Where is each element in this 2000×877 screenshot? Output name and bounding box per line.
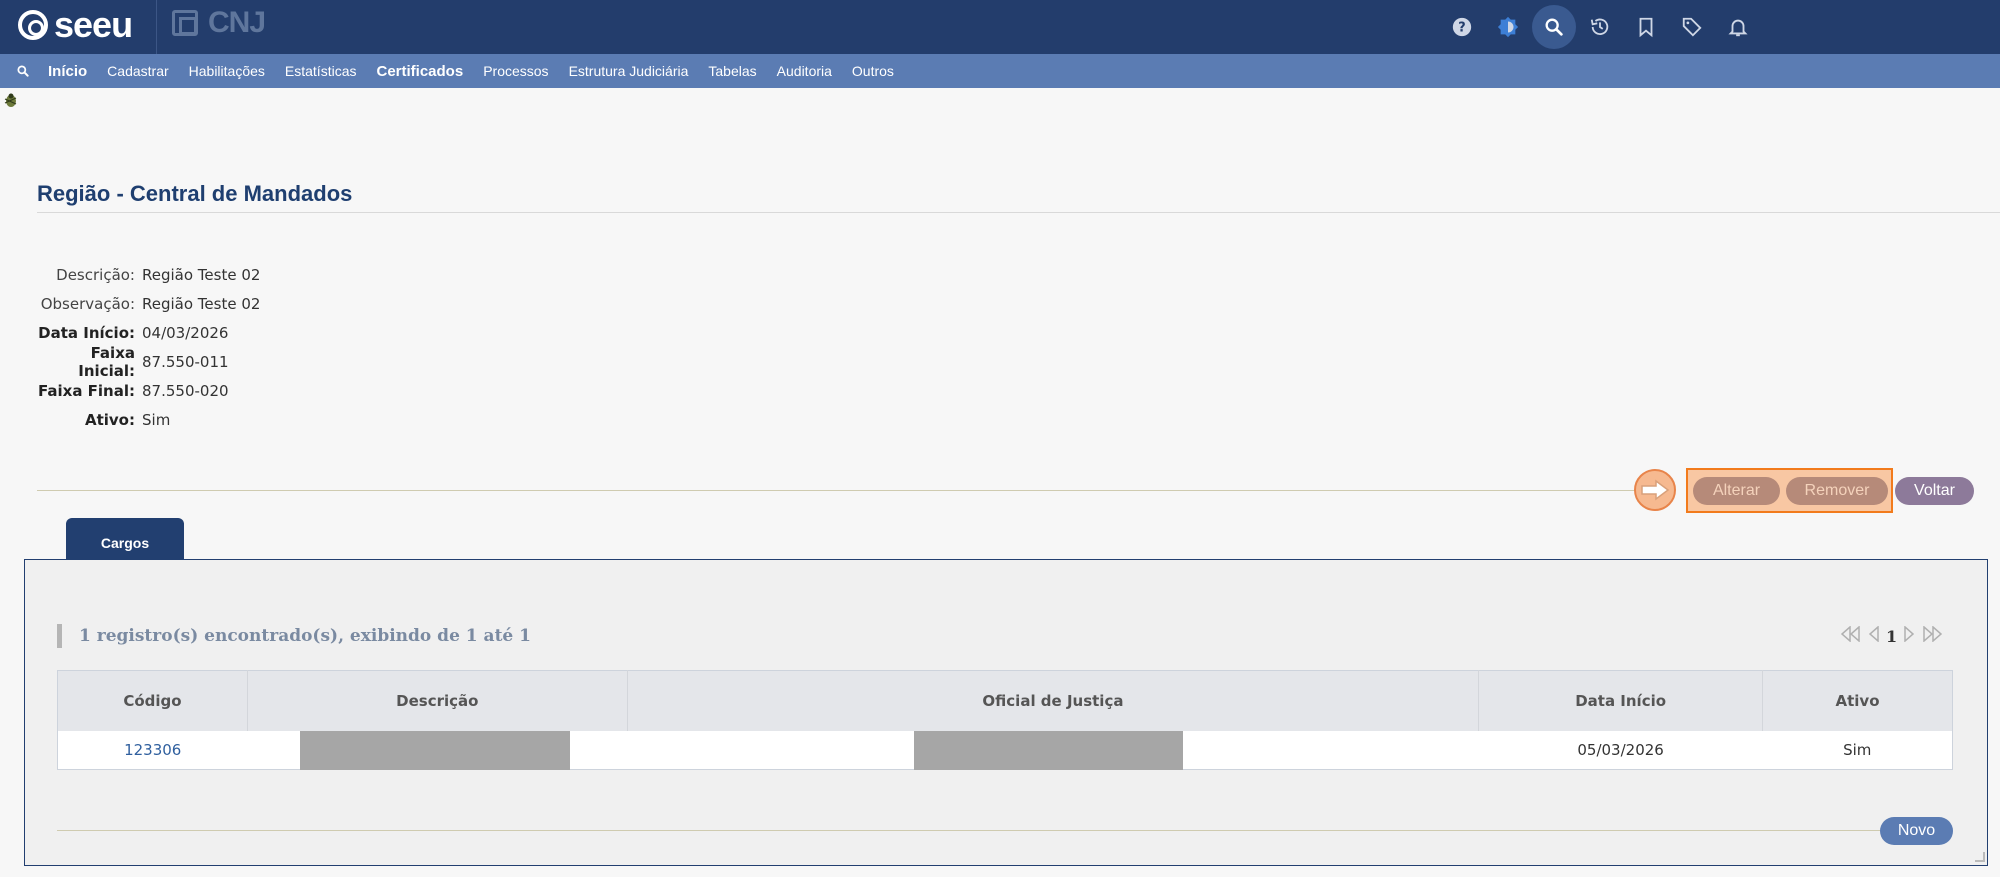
bell-icon[interactable]	[1716, 5, 1760, 49]
cnj-logo-text: CNJ	[208, 6, 266, 39]
title-divider	[37, 212, 2000, 213]
panel-bottom-divider	[57, 830, 1880, 831]
detail-observacao: Observação: Região Teste 02	[37, 289, 261, 318]
column-header-ativo[interactable]: Ativo	[1762, 670, 1953, 731]
last-page-icon[interactable]	[1921, 624, 1943, 647]
cell-ativo: Sim	[1762, 730, 1953, 770]
detail-value: Sim	[142, 410, 171, 429]
detail-ativo: Ativo: Sim	[37, 405, 260, 434]
column-header-data-inicio[interactable]: Data Início	[1478, 670, 1763, 731]
column-header-codigo[interactable]: Código	[57, 670, 248, 731]
cell-codigo[interactable]: 123306	[57, 730, 248, 770]
cnj-logo-icon	[172, 10, 198, 36]
menu-item-cadastrar[interactable]: Cadastrar	[107, 63, 168, 79]
menu-item-tabelas[interactable]: Tabelas	[708, 63, 756, 79]
history-icon[interactable]	[1578, 5, 1622, 49]
menu-item-auditoria[interactable]: Auditoria	[777, 63, 832, 79]
seeu-logo-text: seeu	[54, 4, 133, 45]
detail-label: Faixa Inicial:	[78, 343, 135, 380]
menu-item-outros[interactable]: Outros	[852, 63, 894, 79]
redacted-block	[300, 730, 571, 770]
cnj-logo: CNJ	[172, 6, 266, 39]
table-header-row: Código Descrição Oficial de Justiça Data…	[57, 670, 1953, 731]
detail-label: Observação:	[40, 294, 135, 313]
tab-cargos[interactable]: Cargos	[66, 518, 184, 560]
help-icon[interactable]: ?	[1440, 5, 1484, 49]
seeu-logo[interactable]: seeu	[18, 4, 133, 45]
table-row[interactable]: 123306 05/03/2026 Sim	[57, 730, 1953, 770]
current-page[interactable]: 1	[1886, 627, 1897, 646]
details-list: Descrição: Região Teste 02 Observação: R…	[37, 260, 260, 434]
detail-descricao: Descrição: Região Teste 02	[37, 260, 260, 289]
resize-handle-icon[interactable]	[1975, 852, 1985, 862]
remover-button[interactable]: Remover	[1786, 477, 1888, 505]
next-page-icon[interactable]	[1903, 624, 1915, 647]
prev-page-icon[interactable]	[1868, 624, 1880, 647]
column-header-oficial[interactable]: Oficial de Justiça	[626, 670, 1479, 731]
cell-data-inicio: 05/03/2026	[1478, 730, 1763, 770]
menu-item-estrutura-judiciaria[interactable]: Estrutura Judiciária	[569, 63, 689, 79]
menu-item-habilitacoes[interactable]: Habilitações	[189, 63, 265, 79]
records-bar	[57, 624, 62, 648]
detail-value: 87.550-020	[142, 381, 229, 400]
codigo-link[interactable]: 123306	[124, 741, 181, 759]
cargos-table: Código Descrição Oficial de Justiça Data…	[57, 670, 1953, 770]
detail-faixa-final: Faixa Final: 87.550-020	[37, 376, 260, 405]
bookmark-icon[interactable]	[1624, 5, 1668, 49]
menu-item-certificados[interactable]: Certificados	[377, 63, 464, 80]
detail-label: Faixa Final:	[38, 381, 135, 400]
voltar-button[interactable]: Voltar	[1895, 477, 1974, 505]
menu-item-inicio[interactable]: Início	[48, 63, 87, 80]
redacted-block	[914, 730, 1184, 770]
page-title: Região - Central de Mandados	[37, 181, 353, 206]
search-icon[interactable]	[1532, 5, 1576, 49]
toolbar-icons: ?	[1440, 5, 1762, 49]
topbar-divider	[156, 0, 157, 54]
svg-text:?: ?	[1458, 21, 1465, 36]
top-bar: seeu CNJ ?	[0, 0, 2000, 54]
cell-descricao	[247, 730, 628, 770]
main-menu: Início Cadastrar Habilitações Estatístic…	[0, 54, 2000, 88]
records-summary-text: 1 registro(s) encontrado(s), exibindo de…	[79, 626, 531, 646]
menu-item-estatisticas[interactable]: Estatísticas	[285, 63, 357, 79]
cell-oficial	[627, 730, 1479, 770]
records-summary: 1 registro(s) encontrado(s), exibindo de…	[57, 624, 531, 648]
first-page-icon[interactable]	[1840, 624, 1862, 647]
alterar-button[interactable]: Alterar	[1693, 477, 1780, 505]
detail-value: 87.550-011	[142, 352, 229, 371]
theme-icon[interactable]	[1486, 5, 1530, 49]
detail-label: Ativo:	[84, 410, 135, 429]
detail-faixa-inicial: Faixa Inicial: 87.550-011	[37, 344, 260, 380]
pagination: 1	[1840, 624, 1943, 648]
detail-label: Data Início:	[38, 323, 135, 342]
detail-value: Região Teste 02	[142, 265, 261, 284]
actions-divider	[37, 490, 1637, 491]
tag-icon[interactable]	[1670, 5, 1714, 49]
bug-icon[interactable]	[2, 92, 18, 108]
menu-item-processos[interactable]: Processos	[483, 63, 548, 79]
detail-label: Descrição:	[56, 265, 135, 284]
detail-value: Região Teste 02	[142, 294, 261, 313]
detail-value: 04/03/2026	[142, 323, 229, 342]
arrow-right-icon[interactable]	[1634, 469, 1676, 511]
novo-button[interactable]: Novo	[1880, 817, 1953, 845]
seeu-logo-icon	[18, 10, 48, 40]
menu-search-icon[interactable]	[12, 64, 34, 78]
column-header-descricao[interactable]: Descrição	[246, 670, 628, 731]
